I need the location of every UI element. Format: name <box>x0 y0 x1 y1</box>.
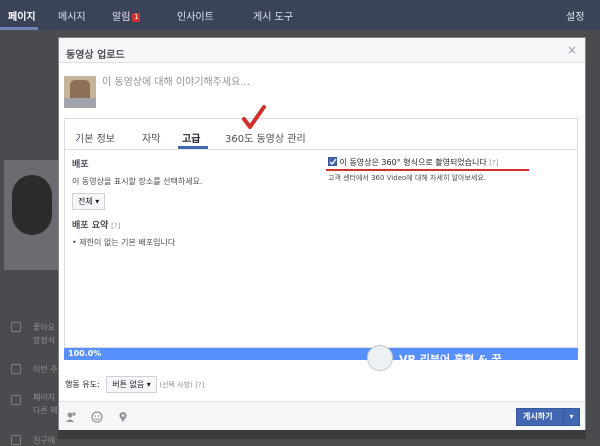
cta-dropdown[interactable]: 버튼 없음 ▾ <box>106 376 157 393</box>
dialog-title: 동영상 업로드 <box>66 50 125 61</box>
nav-notifications[interactable]: 알림 1 <box>112 8 141 23</box>
checkbox-360[interactable] <box>328 157 337 166</box>
tab-bar: 기본 정보 자막 고급 360도 동영상 관리 <box>65 105 577 150</box>
cta-optional: (선택 사항) <box>159 381 193 389</box>
red-underline-annotation <box>326 169 529 171</box>
dialog-footer: 게시하기 ▾ <box>59 401 585 430</box>
tab-basic-info[interactable]: 기본 정보 <box>75 130 115 145</box>
distribution-dropdown[interactable]: 전체 ▾ <box>72 193 106 210</box>
help-center-note[interactable]: 고객 센터에서 360 Video에 대해 자세히 알아보세요. <box>328 173 572 183</box>
nav-page[interactable]: 페이지 <box>8 8 36 23</box>
page-feed-peek <box>58 430 586 439</box>
chevron-down-icon: ▾ <box>95 197 100 206</box>
upload-progress-label: 100.0% <box>68 349 102 358</box>
watermark-avatar <box>367 345 393 371</box>
cta-row: 행동 유도: 버튼 없음 ▾ (선택 사항) [?] <box>65 376 205 393</box>
profile-photo <box>12 175 52 235</box>
summary-help[interactable]: [?] <box>111 222 120 230</box>
top-nav: 페이지 메시지 알림 1 인사이트 게시 도구 설정 <box>0 0 600 30</box>
chart-icon <box>11 364 21 374</box>
distribution-label: 배포 <box>72 160 89 170</box>
settings-panel: 기본 정보 자막 고급 360도 동영상 관리 배포 이 동영상을 표시할 장소… <box>64 105 578 348</box>
emoji-icon[interactable] <box>91 411 103 423</box>
checkbox-360-row: 이 동영상은 360° 형식으로 촬영되었습니다 [?] <box>328 157 572 168</box>
chevron-down-icon: ▾ <box>569 412 574 421</box>
nav-messages[interactable]: 메시지 <box>58 8 86 23</box>
friends-icon <box>11 435 21 445</box>
nav-publishing-tools[interactable]: 게시 도구 <box>253 8 293 23</box>
close-icon[interactable]: × <box>567 43 577 57</box>
notification-badge: 1 <box>132 13 141 22</box>
publish-options-button[interactable]: ▾ <box>563 409 579 425</box>
summary-bullet: • 제한이 없는 기본 배포입니다 <box>72 238 176 247</box>
dialog-header: 동영상 업로드 × <box>59 38 585 63</box>
tab-captions[interactable]: 자막 <box>142 130 160 145</box>
summary-label: 배포 요약 <box>72 221 109 231</box>
nav-settings[interactable]: 설정 <box>566 8 584 23</box>
sidebar-item-friends[interactable]: 친구에 <box>33 435 55 446</box>
page-icon <box>11 395 21 405</box>
sidebar-item-week[interactable]: 이번 주 <box>33 364 58 375</box>
tag-people-icon[interactable] <box>65 411 77 423</box>
cta-help[interactable]: [?] <box>195 381 204 389</box>
cta-label: 행동 유도: <box>65 380 100 389</box>
page-right-column <box>586 30 600 439</box>
watermark-overlay: VR 리뷰어 흑형 & 꿈 <box>367 345 537 372</box>
distribution-section: 배포 이 동영상을 표시할 장소를 선택하세요. 전체 ▾ 배포 요약 [?] … <box>72 157 312 248</box>
checkbox-360-help[interactable]: [?] <box>489 159 498 167</box>
watermark-text: VR 리뷰어 흑형 & 꿈 <box>399 353 502 366</box>
360-section: 이 동영상은 360° 형식으로 촬영되었습니다 [?] 고객 센터에서 360… <box>326 157 572 183</box>
video-upload-dialog: 동영상 업로드 × 이 동영상에 대해 이야기해주세요... 기본 정보 자막 … <box>58 37 586 430</box>
checkbox-360-label: 이 동영상은 360° 형식으로 촬영되었습니다 <box>339 158 487 167</box>
sidebar-item-likes[interactable]: 좋아요 <box>33 322 55 333</box>
chevron-down-icon: ▾ <box>146 380 151 389</box>
red-checkmark-annotation <box>242 105 266 129</box>
tab-advanced[interactable]: 고급 <box>182 130 200 145</box>
nav-insights[interactable]: 인사이트 <box>177 8 214 23</box>
publish-button[interactable]: 게시하기 ▾ <box>516 408 580 426</box>
sidebar-item-other[interactable]: 다른 페 <box>33 405 58 416</box>
avatar <box>64 76 96 108</box>
location-pin-icon[interactable] <box>117 411 129 423</box>
compose-input[interactable]: 이 동영상에 대해 이야기해주세요... <box>102 73 250 88</box>
page-sidebar: 좋아요 장정석 이번 주 페이지 다른 페 친구에 <box>0 30 58 445</box>
sidebar-item-name[interactable]: 장정석 <box>33 335 55 346</box>
distribution-desc: 이 동영상을 표시할 장소를 선택하세요. <box>72 177 203 186</box>
like-icon <box>11 322 21 332</box>
active-tab-indicator <box>178 146 208 149</box>
sidebar-item-page[interactable]: 페이지 <box>33 392 55 403</box>
